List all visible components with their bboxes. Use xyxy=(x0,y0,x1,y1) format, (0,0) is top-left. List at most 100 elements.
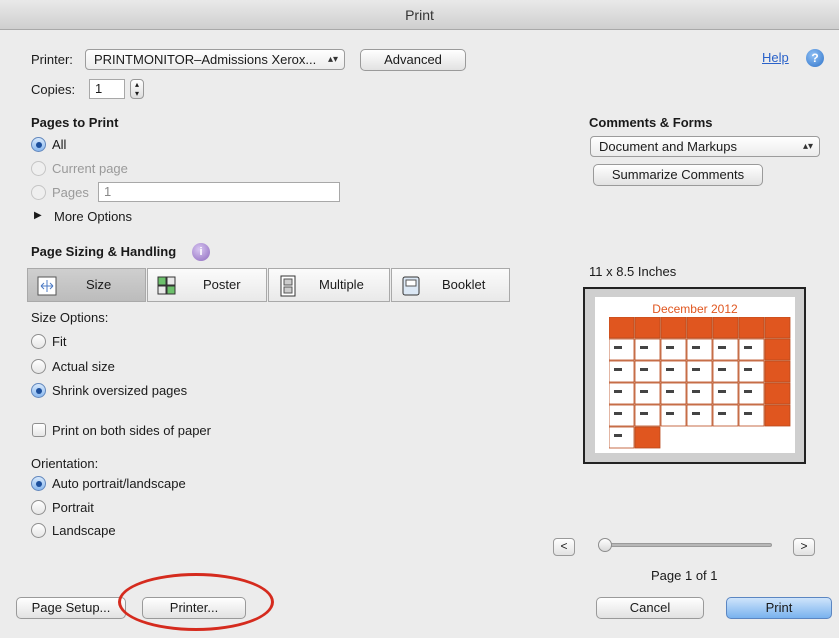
comments-forms-heading: Comments & Forms xyxy=(589,115,713,130)
radio-auto-orientation[interactable] xyxy=(31,476,46,491)
cancel-button[interactable]: Cancel xyxy=(596,597,704,619)
calendar-cell xyxy=(609,404,635,427)
calendar-cell xyxy=(686,360,713,383)
calendar-cell-text xyxy=(718,390,726,393)
calendar-cell xyxy=(765,427,790,448)
calendar-cell xyxy=(764,338,791,361)
calendar-cell xyxy=(712,317,739,339)
segment-booklet[interactable]: Booklet xyxy=(391,268,510,302)
calendar-cell-text xyxy=(614,434,622,437)
calendar-cell-text xyxy=(614,390,622,393)
calendar-cell-text xyxy=(744,368,752,371)
comments-forms-select[interactable]: Document and Markups ▴▾ xyxy=(590,136,820,157)
comments-forms-value: Document and Markups xyxy=(599,139,738,154)
window-title: Print xyxy=(0,0,839,30)
help-icon[interactable]: ? xyxy=(806,49,824,67)
calendar-cell xyxy=(634,426,661,449)
calendar-cell xyxy=(686,338,713,361)
calendar-cell xyxy=(738,382,765,405)
radio-current-page-label: Current page xyxy=(52,161,128,176)
preview-slider-track[interactable] xyxy=(602,543,772,547)
page-indicator: Page 1 of 1 xyxy=(651,568,718,583)
radio-shrink-oversized[interactable] xyxy=(31,383,46,398)
radio-fit-label: Fit xyxy=(52,334,67,349)
calendar-cell xyxy=(634,360,661,383)
help-link[interactable]: Help xyxy=(762,50,789,65)
calendar-cell xyxy=(713,427,738,448)
multiple-pages-icon xyxy=(280,275,296,297)
calendar-cell xyxy=(660,360,687,383)
info-icon[interactable]: i xyxy=(192,243,210,261)
calendar-cell-text xyxy=(614,346,622,349)
calendar-cell xyxy=(609,338,635,361)
calendar-cell xyxy=(686,404,713,427)
copies-stepper[interactable]: ▴ ▾ xyxy=(130,79,144,99)
calendar-cell-text xyxy=(744,412,752,415)
calendar-cell xyxy=(686,382,713,405)
radio-portrait-label: Portrait xyxy=(52,500,94,515)
radio-all[interactable] xyxy=(31,137,46,152)
more-options-label[interactable]: More Options xyxy=(54,209,132,224)
calendar-cell-text xyxy=(692,346,700,349)
printer-select-value: PRINTMONITOR–Admissions Xerox... xyxy=(94,52,317,67)
calendar-cell-text xyxy=(640,412,648,415)
calendar-cell xyxy=(660,338,687,361)
radio-pages-label: Pages xyxy=(52,185,89,200)
calendar-cell xyxy=(738,360,765,383)
updown-arrows-icon: ▴▾ xyxy=(327,54,338,65)
calendar-cell xyxy=(686,317,713,339)
copies-input[interactable]: 1 xyxy=(89,79,125,99)
prev-page-button[interactable]: < xyxy=(553,538,575,556)
calendar-cell-text xyxy=(666,412,674,415)
print-button[interactable]: Print xyxy=(726,597,832,619)
calendar-cell-text xyxy=(640,368,648,371)
segment-multiple-label: Multiple xyxy=(319,277,364,292)
radio-auto-orientation-label: Auto portrait/landscape xyxy=(52,476,186,491)
radio-portrait[interactable] xyxy=(31,500,46,515)
pages-range-input[interactable]: 1 xyxy=(98,182,340,202)
calendar-cell-text xyxy=(614,368,622,371)
next-page-button[interactable]: > xyxy=(793,538,815,556)
radio-landscape-label: Landscape xyxy=(52,523,116,538)
calendar-cell-text xyxy=(614,412,622,415)
calendar-cell xyxy=(712,404,739,427)
calendar-cell-text xyxy=(640,346,648,349)
calendar-cell xyxy=(739,427,764,448)
segment-multiple[interactable]: Multiple xyxy=(268,268,390,302)
poster-icon xyxy=(157,276,176,295)
calendar-cell-text xyxy=(640,390,648,393)
calendar-cell-text xyxy=(744,346,752,349)
calendar-cell xyxy=(764,317,791,339)
segment-size[interactable]: Size xyxy=(27,268,146,302)
page-sizing-heading: Page Sizing & Handling xyxy=(31,244,177,259)
updown-arrows-icon: ▴▾ xyxy=(802,141,813,152)
paper-size-label: 11 x 8.5 Inches xyxy=(589,264,677,279)
annotation-circle xyxy=(118,573,274,631)
printer-select[interactable]: PRINTMONITOR–Admissions Xerox... ▴▾ xyxy=(85,49,345,70)
radio-actual-size-label: Actual size xyxy=(52,359,115,374)
calendar-cell xyxy=(687,427,712,448)
calendar-cell xyxy=(738,317,765,339)
size-icon xyxy=(37,276,57,296)
calendar-cell xyxy=(609,317,635,339)
radio-fit[interactable] xyxy=(31,334,46,349)
radio-current-page[interactable] xyxy=(31,161,46,176)
segment-poster[interactable]: Poster xyxy=(147,268,267,302)
calendar-cell xyxy=(738,404,765,427)
summarize-comments-button[interactable]: Summarize Comments xyxy=(593,164,763,186)
radio-all-label: All xyxy=(52,137,67,152)
duplex-checkbox[interactable] xyxy=(32,423,46,437)
calendar-cell xyxy=(609,382,635,405)
calendar-cell xyxy=(764,382,791,405)
preview-slider-knob[interactable] xyxy=(598,538,612,552)
radio-landscape[interactable] xyxy=(31,523,46,538)
radio-pages[interactable] xyxy=(31,185,46,200)
radio-actual-size[interactable] xyxy=(31,359,46,374)
calendar-cell xyxy=(661,427,686,448)
segment-booklet-label: Booklet xyxy=(442,277,486,292)
page-setup-button[interactable]: Page Setup... xyxy=(16,597,126,619)
calendar-cell xyxy=(712,360,739,383)
advanced-button[interactable]: Advanced xyxy=(360,49,466,71)
disclosure-triangle-icon[interactable]: ▶ xyxy=(34,210,42,221)
preview-page: December 2012 xyxy=(595,297,795,453)
